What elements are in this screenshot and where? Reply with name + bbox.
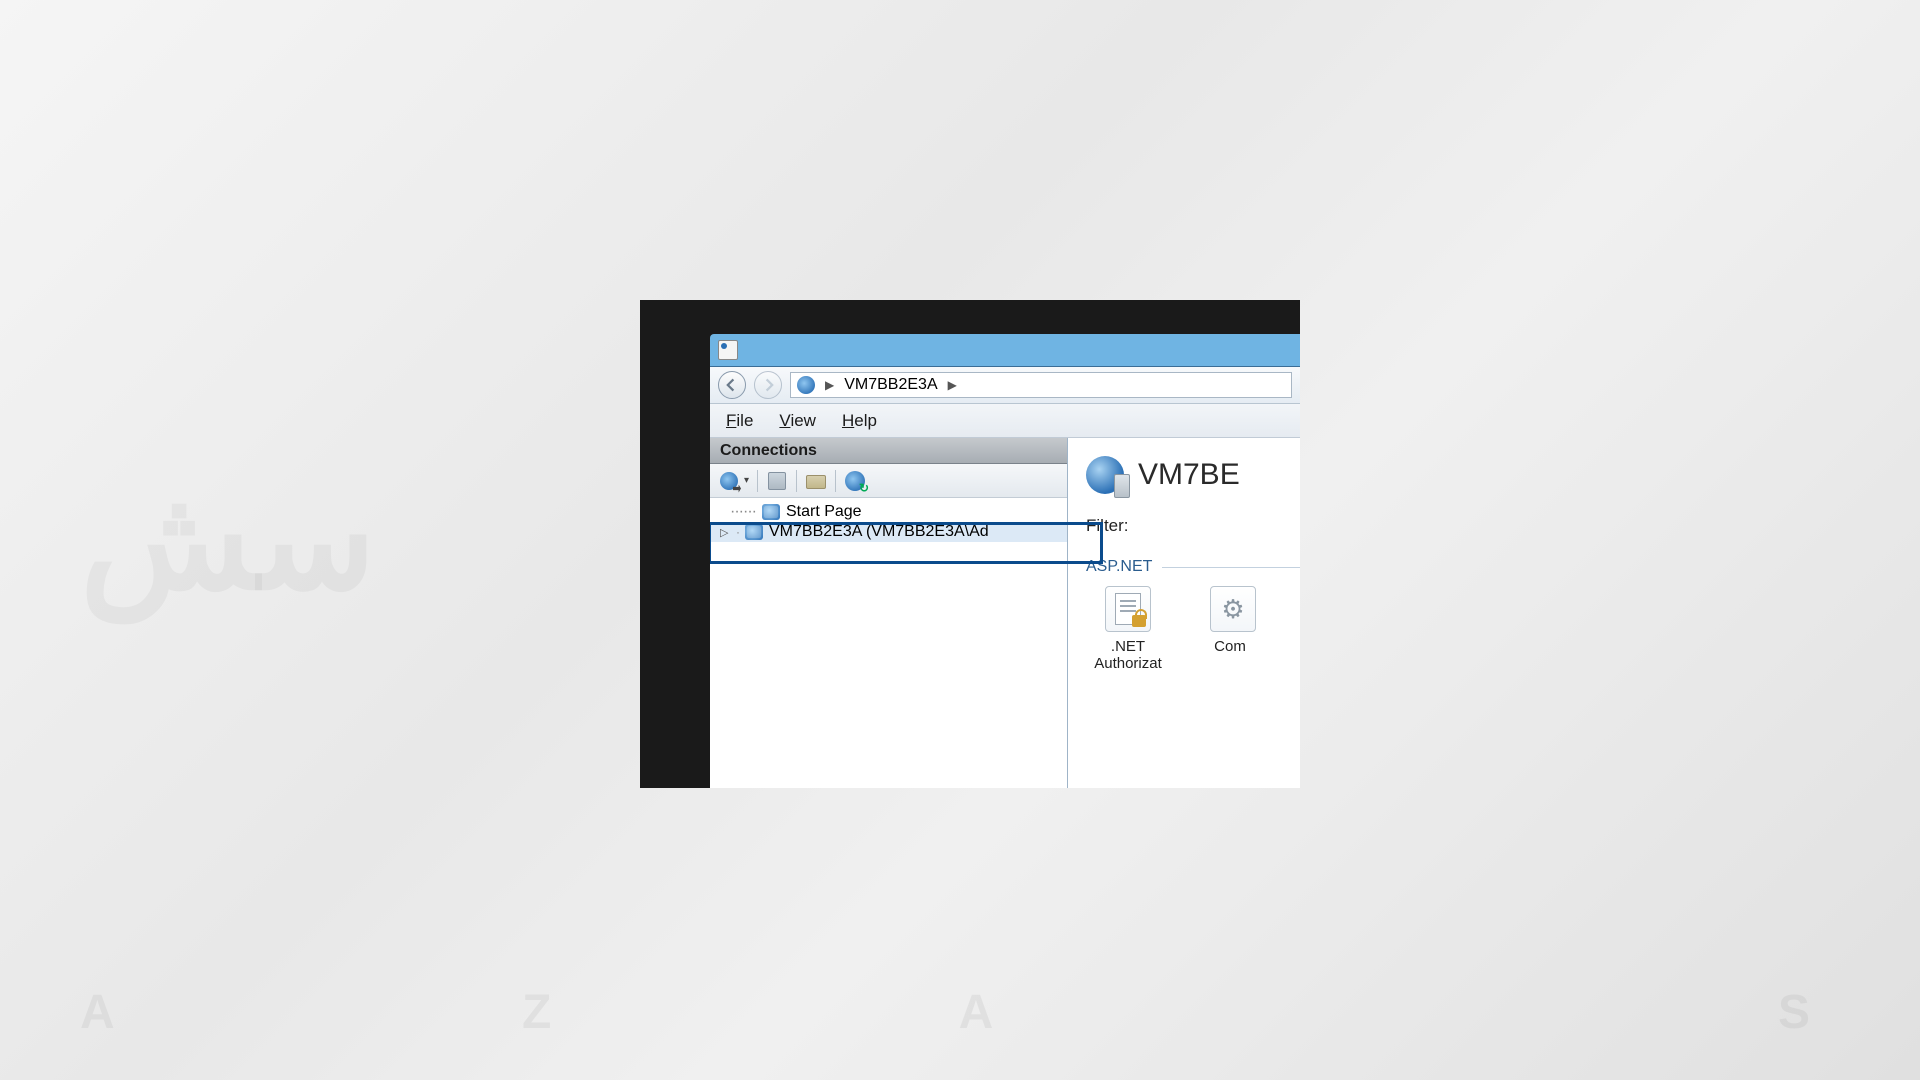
- back-button[interactable]: [718, 371, 746, 399]
- start-page-icon: [762, 504, 780, 520]
- screenshot-frame: ▶ VM7BB2E3A ▶ File View Help Connections…: [640, 300, 1300, 788]
- menu-file[interactable]: File: [726, 411, 753, 431]
- content-panel: VM7BE Filter: ASP.NET .NET Authorizat: [1068, 438, 1300, 788]
- chevron-right-icon: ▶: [948, 378, 957, 392]
- toolbar-separator: [796, 470, 797, 492]
- section-divider: [1162, 567, 1300, 568]
- iis-app-icon: [718, 340, 738, 360]
- server-home-icon: [1086, 456, 1124, 494]
- connections-tree: ······ Start Page ▷ · VM7BB2E3A (VM7BB2E…: [710, 498, 1067, 788]
- compilation-icon: ⚙: [1210, 586, 1256, 632]
- breadcrumb-bar[interactable]: ▶ VM7BB2E3A ▶: [790, 372, 1292, 398]
- menu-help[interactable]: Help: [842, 411, 877, 431]
- section-aspnet: ASP.NET: [1086, 558, 1300, 576]
- tree-server-label: VM7BB2E3A (VM7BB2E3A\Ad: [769, 523, 989, 541]
- save-icon[interactable]: [766, 470, 788, 492]
- background-watermark-letters: AZAS: [80, 985, 1840, 1040]
- globe-icon: [797, 376, 815, 394]
- connections-toolbar: ▾: [710, 464, 1067, 498]
- feature-net-authorization[interactable]: .NET Authorizat: [1086, 586, 1170, 672]
- tree-expander-icon[interactable]: ▷: [720, 526, 730, 539]
- filter-label: Filter:: [1086, 516, 1300, 536]
- tree-dots: ······: [730, 503, 756, 521]
- tree-start-page-label: Start Page: [786, 503, 862, 521]
- feature-label: Com: [1210, 638, 1250, 655]
- refresh-icon[interactable]: [844, 470, 866, 492]
- open-folder-icon[interactable]: [805, 470, 827, 492]
- toolbar-separator: [757, 470, 758, 492]
- content-title: VM7BE: [1138, 458, 1240, 492]
- feature-grid: .NET Authorizat ⚙ Com: [1086, 586, 1300, 672]
- feature-label: .NET Authorizat: [1086, 638, 1170, 672]
- breadcrumb-server[interactable]: VM7BB2E3A: [844, 376, 937, 394]
- net-authorization-icon: [1105, 586, 1151, 632]
- main-body: Connections ▾ ······ Start Page: [710, 438, 1300, 788]
- tree-dots: ·: [736, 525, 739, 539]
- toolbar-separator: [835, 470, 836, 492]
- chevron-down-icon[interactable]: ▾: [744, 475, 749, 486]
- menu-bar: File View Help: [710, 404, 1300, 438]
- chevron-right-icon: ▶: [825, 378, 834, 392]
- connect-icon[interactable]: [718, 470, 740, 492]
- window-titlebar: [710, 334, 1300, 366]
- navigation-toolbar: ▶ VM7BB2E3A ▶: [710, 366, 1300, 404]
- connections-panel: Connections ▾ ······ Start Page: [710, 438, 1068, 788]
- feature-compilation[interactable]: ⚙ Com: [1210, 586, 1250, 672]
- iis-manager-window: ▶ VM7BB2E3A ▶ File View Help Connections…: [710, 334, 1300, 788]
- tree-start-page[interactable]: ······ Start Page: [710, 502, 1067, 522]
- section-aspnet-label: ASP.NET: [1086, 558, 1152, 576]
- tree-server-node[interactable]: ▷ · VM7BB2E3A (VM7BB2E3A\Ad: [710, 522, 1067, 542]
- connections-header: Connections: [710, 438, 1067, 464]
- forward-button[interactable]: [754, 371, 782, 399]
- menu-view[interactable]: View: [779, 411, 816, 431]
- content-header: VM7BE: [1086, 448, 1300, 502]
- server-node-icon: [745, 524, 763, 540]
